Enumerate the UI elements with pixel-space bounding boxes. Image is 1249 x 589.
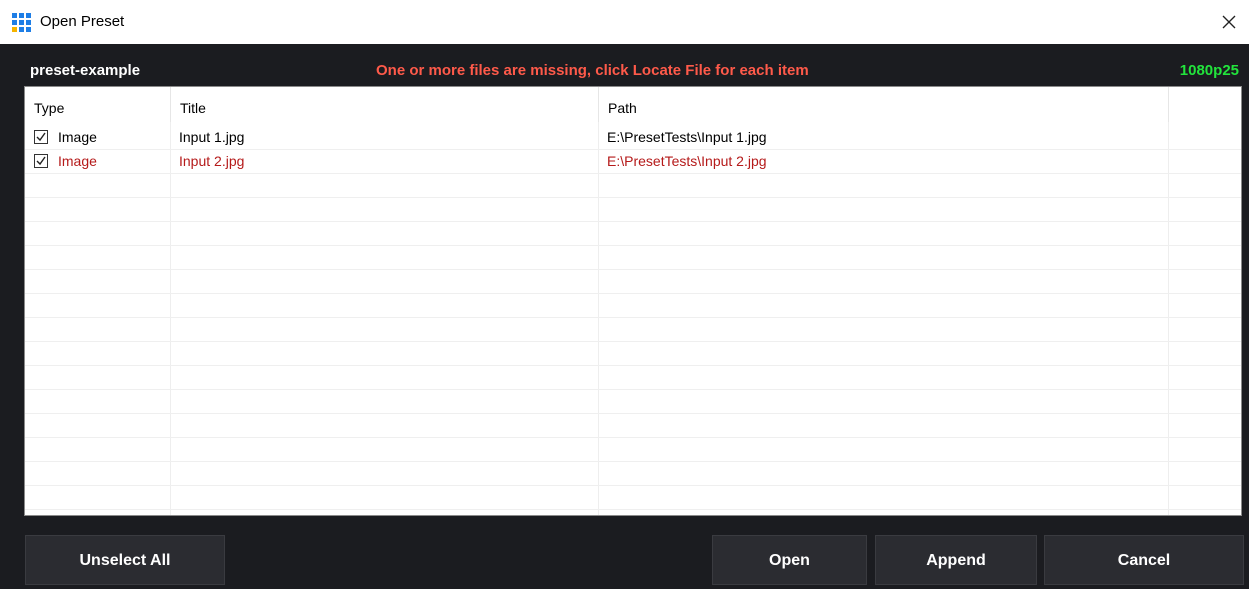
- close-icon[interactable]: [1215, 8, 1243, 36]
- preset-name: preset-example: [30, 62, 141, 79]
- empty-row: [25, 342, 1241, 366]
- row-type: Image: [58, 153, 97, 169]
- row-checkbox[interactable]: [34, 130, 48, 144]
- empty-row: [25, 486, 1241, 510]
- empty-row: [25, 222, 1241, 246]
- open-preset-dialog: Open Preset preset-example One or more f…: [0, 0, 1249, 589]
- empty-row: [25, 462, 1241, 486]
- empty-row: [25, 438, 1241, 462]
- table-row-missing[interactable]: Image Input 2.jpg E:\PresetTests\Input 2…: [25, 150, 1241, 174]
- table-row[interactable]: Image Input 1.jpg E:\PresetTests\Input 1…: [25, 126, 1241, 150]
- preset-items-table: Type Title Path Image Input 1.jpg E:\Pre…: [24, 86, 1242, 516]
- column-header-title[interactable]: Title: [171, 87, 599, 122]
- append-button[interactable]: Append: [875, 535, 1037, 585]
- app-grid-icon: [12, 13, 31, 32]
- empty-row: [25, 390, 1241, 414]
- empty-row: [25, 414, 1241, 438]
- row-type: Image: [58, 129, 97, 145]
- cancel-button[interactable]: Cancel: [1044, 535, 1244, 585]
- row-path: E:\PresetTests\Input 2.jpg: [607, 153, 767, 169]
- column-header-type[interactable]: Type: [25, 87, 171, 122]
- title-bar: Open Preset: [0, 0, 1249, 44]
- window-title: Open Preset: [40, 13, 125, 30]
- open-button[interactable]: Open: [712, 535, 867, 585]
- empty-row: [25, 366, 1241, 390]
- empty-row: [25, 318, 1241, 342]
- empty-row: [25, 270, 1241, 294]
- empty-row: [25, 198, 1241, 222]
- row-path: E:\PresetTests\Input 1.jpg: [607, 129, 767, 145]
- unselect-all-button[interactable]: Unselect All: [25, 535, 225, 585]
- row-title: Input 1.jpg: [179, 129, 245, 145]
- empty-row: [25, 246, 1241, 270]
- empty-row: [25, 174, 1241, 198]
- empty-row: [25, 294, 1241, 318]
- format-label: 1080p25: [1179, 62, 1239, 79]
- row-checkbox[interactable]: [34, 154, 48, 168]
- column-header-path[interactable]: Path: [599, 87, 1169, 122]
- missing-files-warning: One or more files are missing, click Loc…: [376, 62, 809, 79]
- row-title: Input 2.jpg: [179, 153, 245, 169]
